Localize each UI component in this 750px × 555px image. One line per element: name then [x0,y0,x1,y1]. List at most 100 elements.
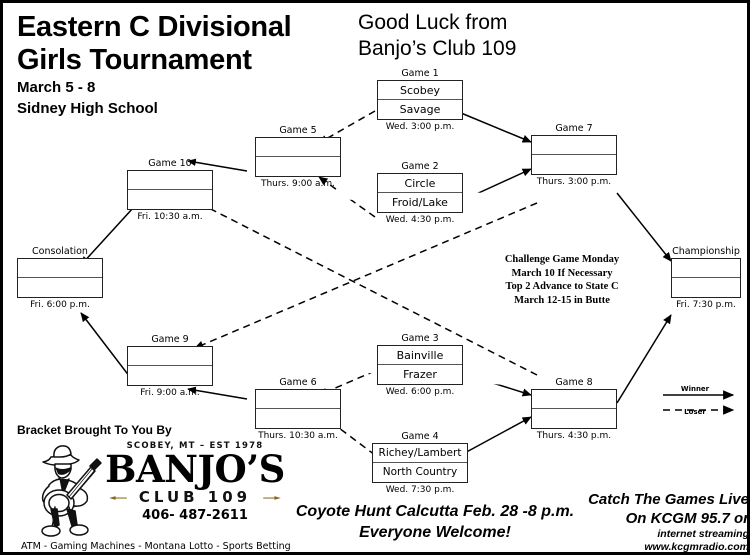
matchup-box [127,346,213,386]
game-label: Game 7 [555,123,593,134]
game-time: Wed. 6:00 p.m. [385,387,455,397]
coyote-hunt-promo: Coyote Hunt Calcutta Feb. 28 -8 p.m. Eve… [285,501,585,543]
game-label: Game 4 [401,431,439,442]
banjos-logo-text: SCOBEY, MT – EST 1978 BANJO’S CLUB 109 4… [105,441,285,524]
team-slot-1[interactable] [256,390,340,409]
matchup-box [255,137,341,177]
matchup-box [17,258,103,298]
matchup-box: Bainville Frazer [377,345,463,385]
game-box-game-9[interactable]: Game 9 Fri. 9:00 a.m. [127,334,213,399]
team-slot-2[interactable]: Savage [378,100,462,119]
coyote-promo-line-2: Everyone Welcome! [359,524,511,541]
coyote-promo-line-1: Coyote Hunt Calcutta Feb. 28 -8 p.m. [295,503,575,520]
game-label: Game 2 [401,161,439,172]
radio-broadcast-promo: Catch The Games Live On KCGM 95.7 or int… [559,490,749,553]
radio-promo-line-2: On KCGM 95.7 or [625,510,749,527]
team-slot-2[interactable]: North Country [373,463,467,482]
game-box-game-3[interactable]: Game 3 Bainville Frazer Wed. 6:00 p.m. [377,333,463,398]
game-label: Game 8 [555,377,593,388]
title-line-1: Eastern C Divisional [17,11,292,43]
page-title: Eastern C Divisional Girls Tournament Ma… [17,11,292,119]
legend-loser-label: Loser [684,408,706,416]
game-box-game-4[interactable]: Game 4 Richey/Lambert North Country Wed.… [372,431,468,496]
logo-club-row: CLUB 109 [105,488,285,508]
team-slot-2[interactable] [672,278,740,297]
radio-promo-line-1: Catch The Games Live [588,491,749,508]
game-box-consolation[interactable]: Consolation Fri. 6:00 p.m. [17,246,103,311]
matchup-box [531,389,617,429]
challenge-note-line-3: Top 2 Advance to State C [505,281,619,292]
game-label: Game 10 [148,158,192,169]
team-slot-2[interactable]: Frazer [378,365,462,384]
matchup-box [255,389,341,429]
good-luck-line-2: Banjo’s Club 109 [358,37,517,60]
game-label: Consolation [32,246,88,257]
logo-club-number: CLUB 109 [138,488,252,506]
team-slot-2[interactable] [128,190,212,209]
game-box-game-2[interactable]: Game 2 Circle Froid/Lake Wed. 4:30 p.m. [377,161,463,226]
team-slot-1[interactable]: Bainville [378,346,462,365]
team-slot-1[interactable] [532,136,616,155]
banjos-club-logo: SCOBEY, MT – EST 1978 BANJO’S CLUB 109 4… [21,435,291,547]
team-slot-1[interactable] [18,259,102,278]
team-slot-1[interactable] [128,347,212,366]
game-time: Fri. 7:30 p.m. [676,300,736,310]
matchup-box: Circle Froid/Lake [377,173,463,213]
challenge-game-note: Challenge Game Monday March 10 If Necess… [469,253,655,307]
game-box-championship[interactable]: Championship Fri. 7:30 p.m. [671,246,741,311]
game-time: Fri. 6:00 p.m. [30,300,90,310]
legend-winner-row: Winner [663,385,747,404]
legend-loser-row: Loser [663,404,747,422]
challenge-note-line-4: March 12-15 in Butte [514,294,610,306]
team-slot-1[interactable]: Scobey [378,81,462,100]
game-label: Game 9 [151,334,189,345]
good-luck-message: Good Luck from Banjo’s Club 109 [358,10,516,62]
challenge-note-line-1: Challenge Game Monday [504,254,620,265]
game-box-game-7[interactable]: Game 7 Thurs. 3:00 p.m. [531,123,617,188]
team-slot-1[interactable]: Richey/Lambert [373,444,467,463]
banjo-cowboy-mascot-icon [41,445,102,537]
game-time: Thurs. 9:00 a.m. [260,179,336,189]
game-label: Game 1 [401,68,439,79]
matchup-box [531,135,617,175]
team-slot-2[interactable]: Froid/Lake [378,193,462,212]
tournament-dates: March 5 - 8 [17,79,96,96]
radio-station-website: www.kcgmradio.com [644,541,749,553]
tournament-venue: Sidney High School [17,100,158,117]
good-luck-line-1: Good Luck from [358,11,508,34]
game-time: Wed. 3:00 p.m. [385,122,455,132]
game-box-game-6[interactable]: Game 6 Thurs. 10:30 a.m. [255,377,341,442]
game-time: Wed. 7:30 p.m. [385,485,455,495]
team-slot-1[interactable] [128,171,212,190]
team-slot-2[interactable] [532,155,616,174]
left-arrow-ornament-icon [109,496,127,500]
tournament-bracket-poster: Eastern C Divisional Girls Tournament Ma… [0,0,750,555]
game-label: Game 5 [279,125,317,136]
sponsor-services-line: ATM - Gaming Machines - Montana Lotto - … [21,541,291,552]
team-slot-1[interactable] [672,259,740,278]
team-slot-2[interactable] [532,409,616,428]
team-slot-2[interactable] [18,278,102,297]
game-box-game-5[interactable]: Game 5 Thurs. 9:00 a.m. [255,125,341,190]
game-label: Game 6 [279,377,317,388]
team-slot-2[interactable] [256,157,340,176]
game-time: Fri. 10:30 a.m. [137,212,203,222]
team-slot-2[interactable] [128,366,212,385]
game-box-game-1[interactable]: Game 1 Scobey Savage Wed. 3:00 p.m. [377,68,463,133]
matchup-box: Scobey Savage [377,80,463,120]
team-slot-1[interactable]: Circle [378,174,462,193]
game-time: Thurs. 10:30 a.m. [258,431,338,441]
game-box-game-8[interactable]: Game 8 Thurs. 4:30 p.m. [531,377,617,442]
game-time: Wed. 4:30 p.m. [385,215,455,225]
logo-brand-name: BANJO’S [105,447,285,491]
team-slot-1[interactable] [532,390,616,409]
right-arrow-ornament-icon [263,496,281,500]
team-slot-1[interactable] [256,138,340,157]
bracket-legend: Winner Loser [663,385,747,422]
team-slot-2[interactable] [256,409,340,428]
title-line-2: Girls Tournament [17,44,252,76]
game-box-game-10[interactable]: Game 10 Fri. 10:30 a.m. [127,158,213,223]
matchup-box [127,170,213,210]
radio-promo-line-3: internet streaming [657,528,749,540]
game-label: Game 3 [401,333,439,344]
